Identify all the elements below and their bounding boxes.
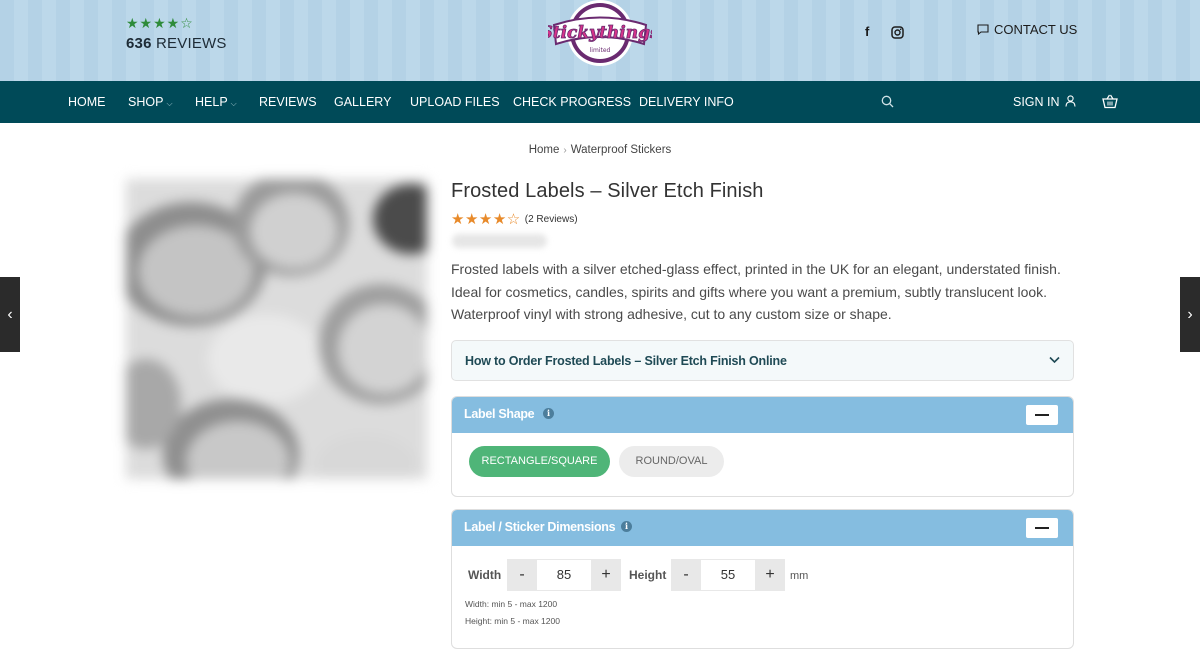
panel-title: Label Shape (464, 407, 535, 421)
nav-help[interactable]: HELP ⌵ (195, 95, 237, 109)
unit-label: mm (790, 570, 809, 582)
breadcrumb-home[interactable]: Home (529, 144, 560, 156)
nav-gallery[interactable]: GALLERY (334, 95, 391, 109)
review-count[interactable]: 636 REVIEWS (126, 35, 227, 52)
product-rating[interactable]: ★★★★☆ (2 Reviews) (451, 210, 578, 228)
panel-title: Label / Sticker Dimensions (464, 520, 616, 534)
nav-delivery-info[interactable]: DELIVERY INFO (639, 95, 734, 109)
height-input[interactable]: 55 (701, 559, 755, 591)
price (452, 234, 547, 248)
product-photo (126, 179, 427, 479)
width-stepper: - 85 + (507, 559, 621, 591)
dimensions-header[interactable]: Label / Sticker Dimensions i (452, 510, 1073, 546)
shape-round-button[interactable]: ROUND/OVAL (619, 446, 724, 477)
rating-stars: ★★★★☆ (126, 15, 194, 31)
contact-us-label: CONTACT US (994, 22, 1078, 37)
chevron-down-icon: ⌵ (166, 99, 173, 108)
width-label: Width (468, 568, 502, 582)
basket-icon[interactable] (1102, 94, 1118, 109)
height-label: Height (629, 568, 667, 582)
nav-shop[interactable]: SHOP ⌵ (128, 95, 173, 109)
site-header: ★★★★☆ 636 REVIEWS Stickythings limited f… (0, 0, 1200, 81)
info-icon[interactable]: i (543, 408, 554, 419)
label-shape-panel: Label Shape i RECTANGLE/SQUARE ROUND/OVA… (451, 396, 1074, 497)
contact-us-link[interactable]: CONTACT US (977, 22, 1077, 37)
nav-check-progress[interactable]: CHECK PROGRESS (513, 95, 631, 109)
breadcrumb-current[interactable]: Waterproof Stickers (571, 144, 672, 156)
nav-reviews[interactable]: REVIEWS (259, 95, 317, 109)
collapse-button[interactable] (1026, 405, 1058, 425)
breadcrumb: Home › Waterproof Stickers (0, 144, 1200, 156)
width-decrement-button[interactable]: - (507, 559, 537, 591)
stickythings-logo[interactable]: Stickythings limited (548, 0, 652, 74)
product-title: Frosted Labels – Silver Etch Finish (451, 180, 764, 202)
height-increment-button[interactable]: + (755, 559, 785, 591)
label-shape-header[interactable]: Label Shape i (452, 397, 1073, 433)
product-description: Frosted labels with a silver etched-glas… (451, 261, 1061, 322)
info-icon[interactable]: i (621, 521, 632, 532)
width-input[interactable]: 85 (537, 559, 591, 591)
height-stepper: - 55 + (671, 559, 785, 591)
chevron-right-icon: › (563, 145, 567, 156)
collapse-button[interactable] (1026, 518, 1058, 538)
how-to-order-accordion[interactable]: How to Order Frosted Labels – Silver Etc… (451, 340, 1074, 381)
svg-text:limited: limited (590, 47, 611, 54)
svg-text:Stickythings: Stickythings (548, 23, 652, 43)
review-count-link[interactable]: (2 Reviews) (525, 214, 578, 225)
accordion-label: How to Order Frosted Labels – Silver Etc… (465, 354, 787, 368)
next-product-arrow[interactable]: › (1180, 277, 1200, 352)
site-rating[interactable]: ★★★★☆ 636 REVIEWS (126, 15, 227, 52)
chevron-right-icon: › (1187, 305, 1193, 323)
main-nav: HOME SHOP ⌵ HELP ⌵ REVIEWS GALLERY UPLOAD … (0, 81, 1200, 123)
rating-stars: ★★★★☆ (451, 211, 521, 228)
instagram-icon[interactable] (891, 26, 904, 39)
nav-upload-files[interactable]: UPLOAD FILES (410, 95, 500, 109)
facebook-icon[interactable]: f (865, 24, 869, 39)
chevron-down-icon: ⌵ (230, 99, 237, 108)
width-increment-button[interactable]: + (591, 559, 621, 591)
width-hint: Width: min 5 - max 1200 (465, 599, 558, 609)
chevron-down-icon (1049, 356, 1060, 364)
height-hint: Height: min 5 - max 1200 (465, 616, 560, 626)
sign-in-link[interactable]: SIGN IN (1013, 95, 1076, 109)
prev-product-arrow[interactable]: ‹ (0, 277, 20, 352)
chevron-left-icon: ‹ (7, 305, 13, 323)
product-image[interactable] (126, 179, 427, 479)
height-decrement-button[interactable]: - (671, 559, 701, 591)
search-icon[interactable] (881, 95, 894, 108)
dimensions-panel: Label / Sticker Dimensions i Width - 85 … (451, 509, 1074, 649)
nav-home[interactable]: HOME (68, 95, 106, 109)
chat-icon (977, 24, 989, 35)
shape-rectangle-button[interactable]: RECTANGLE/SQUARE (469, 446, 610, 477)
user-icon (1065, 95, 1076, 107)
